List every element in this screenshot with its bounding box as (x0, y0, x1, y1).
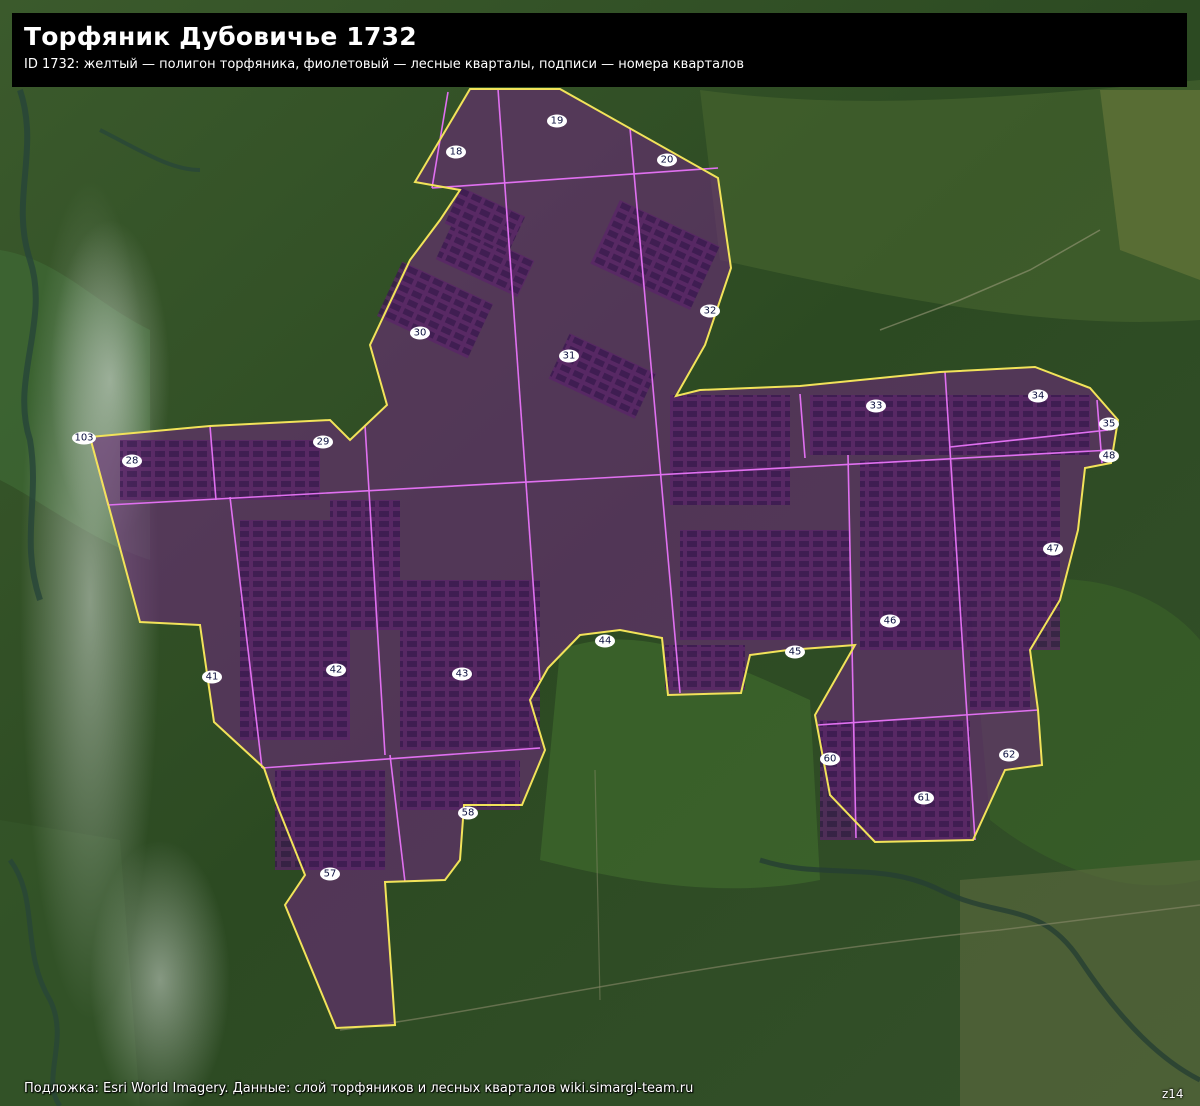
quarter-number: 19 (551, 116, 564, 127)
quarter-number: 43 (456, 669, 469, 680)
quarter-number: 41 (206, 672, 219, 683)
quarter-number: 35 (1103, 419, 1116, 430)
quarter-label-62[interactable]: 62 (999, 748, 1019, 762)
quarter-label-48[interactable]: 48 (1099, 449, 1119, 463)
quarter-number: 28 (126, 456, 139, 467)
quarter-number: 18 (450, 147, 463, 158)
quarter-label-30[interactable]: 30 (410, 326, 430, 340)
title-panel: Торфяник Дубовичье 1732 ID 1732: желтый … (12, 13, 1187, 87)
quarter-label-58[interactable]: 58 (458, 806, 478, 820)
quarter-label-29[interactable]: 29 (313, 435, 333, 449)
quarter-number: 42 (330, 665, 343, 676)
quarter-label-42[interactable]: 42 (326, 663, 346, 677)
zoom-level-label: z14 (1162, 1087, 1184, 1101)
quarter-label-46[interactable]: 46 (880, 614, 900, 628)
quarter-label-41[interactable]: 41 (202, 670, 222, 684)
quarter-number: 62 (1003, 750, 1016, 761)
quarter-label-31[interactable]: 31 (559, 349, 579, 363)
quarter-label-34[interactable]: 34 (1028, 389, 1048, 403)
quarter-number: 30 (414, 328, 427, 339)
quarter-number: 46 (884, 616, 897, 627)
quarter-label-28[interactable]: 28 (122, 454, 142, 468)
quarter-number: 34 (1032, 391, 1045, 402)
quarter-label-57[interactable]: 57 (320, 867, 340, 881)
quarter-label-19[interactable]: 19 (547, 114, 567, 128)
quarter-number: 103 (74, 433, 93, 444)
quarter-number: 32 (704, 306, 717, 317)
map-title: Торфяник Дубовичье 1732 (24, 22, 417, 51)
quarter-number: 48 (1103, 451, 1116, 462)
quarter-number: 60 (824, 754, 837, 765)
quarter-number: 45 (789, 647, 802, 658)
quarter-label-45[interactable]: 45 (785, 645, 805, 659)
map-canvas[interactable]: 18 19 20 28 29 30 31 32 33 34 35 41 42 4… (0, 0, 1200, 1106)
quarter-label-61[interactable]: 61 (914, 791, 934, 805)
quarter-label-47[interactable]: 47 (1043, 542, 1063, 556)
quarter-number: 33 (870, 401, 883, 412)
quarter-label-35[interactable]: 35 (1099, 417, 1119, 431)
quarter-number: 61 (918, 793, 931, 804)
quarter-label-18[interactable]: 18 (446, 145, 466, 159)
quarter-number: 44 (599, 636, 612, 647)
quarter-number: 29 (317, 437, 330, 448)
map-subtitle: ID 1732: желтый — полигон торфяника, фио… (24, 57, 745, 72)
quarter-number: 58 (462, 808, 475, 819)
quarter-label-103[interactable]: 103 (72, 431, 96, 445)
attribution-text: Подложка: Esri World Imagery. Данные: сл… (24, 1081, 694, 1096)
quarter-label-33[interactable]: 33 (866, 399, 886, 413)
quarter-label-20[interactable]: 20 (657, 153, 677, 167)
quarter-label-43[interactable]: 43 (452, 667, 472, 681)
quarter-label-44[interactable]: 44 (595, 634, 615, 648)
quarter-number: 31 (563, 351, 576, 362)
quarter-number: 20 (661, 155, 674, 166)
quarter-label-32[interactable]: 32 (700, 304, 720, 318)
quarter-number: 57 (324, 869, 337, 880)
quarter-number: 47 (1047, 544, 1060, 555)
quarter-label-60[interactable]: 60 (820, 752, 840, 766)
